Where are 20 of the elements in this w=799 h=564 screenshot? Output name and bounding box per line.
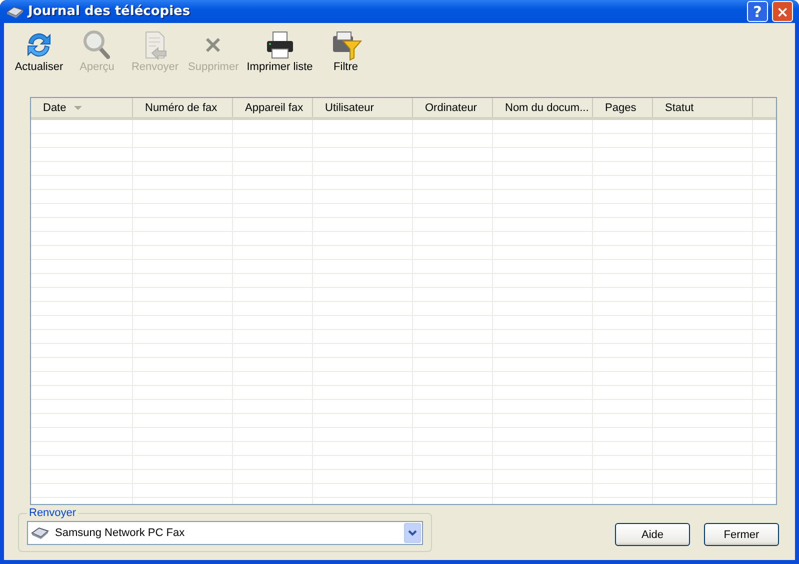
column-header[interactable]: Date [31,98,133,117]
column-header[interactable]: Nom du docum... [493,98,593,117]
toolbar-button[interactable]: Actualiser [10,27,68,87]
column-header[interactable]: Appareil fax [233,98,313,117]
column-header[interactable]: Numéro de fax [133,98,233,117]
fax-icon [31,526,49,540]
column-header[interactable]: Utilisateur [313,98,413,117]
close-button[interactable]: × [772,1,793,22]
toolbar-button[interactable]: Filtre [316,27,375,87]
column-header[interactable]: Pages [593,98,653,117]
fax-device-dropdown[interactable]: Samsung Network PC Fax [27,521,423,545]
dialog-button[interactable]: Fermer [704,523,779,546]
help-button[interactable]: ? [747,1,768,22]
column-header[interactable]: Ordinateur [413,98,493,117]
fax-icon [6,4,24,18]
group-label: Renvoyer [28,507,78,519]
toolbar-button[interactable]: Imprimer liste [242,27,317,87]
dialog-button[interactable]: Aide [615,523,690,546]
column-header[interactable]: Statut [653,98,753,117]
window-title: Journal des télécopies [28,4,190,19]
